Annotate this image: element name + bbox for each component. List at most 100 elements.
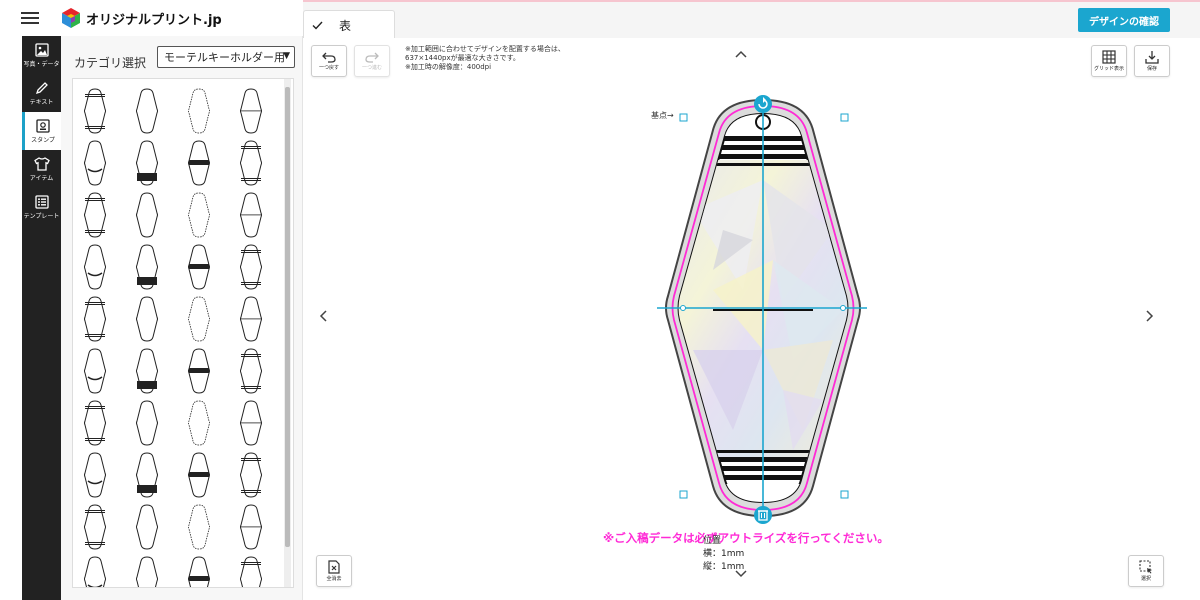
stamp-shape xyxy=(188,296,210,342)
stamp-thumbnail[interactable] xyxy=(235,397,285,449)
tab-front[interactable]: 表 xyxy=(303,10,395,40)
stamp-thumbnail[interactable] xyxy=(183,85,233,137)
notice-line: ※加工時の解像度：400dpi xyxy=(405,63,492,71)
stamp-thumbnail[interactable] xyxy=(79,397,129,449)
nav-item-template[interactable]: テンプレート xyxy=(22,188,61,226)
stamp-shape xyxy=(188,348,210,394)
stamp-thumbnail[interactable] xyxy=(235,85,285,137)
nav-item-photo[interactable]: 写真・データ xyxy=(22,36,61,74)
redo-button[interactable]: 一つ進む xyxy=(354,45,390,77)
stamp-thumbnail[interactable] xyxy=(131,137,181,189)
stamp-thumbnail[interactable] xyxy=(235,137,285,189)
stamp-shape xyxy=(240,88,262,134)
stamp-thumbnail[interactable] xyxy=(79,553,129,587)
selection-handle[interactable] xyxy=(840,113,849,122)
selection-handle[interactable] xyxy=(679,113,688,122)
nav-label: テンプレート xyxy=(23,212,60,220)
logo[interactable]: オリジナルプリント.jp xyxy=(60,7,222,29)
stamp-thumbnail[interactable] xyxy=(235,553,285,587)
menu-button[interactable] xyxy=(0,0,60,36)
scrollbar-thumb[interactable] xyxy=(285,87,290,547)
stamp-thumbnail[interactable] xyxy=(183,241,233,293)
stamp-thumbnail[interactable] xyxy=(183,293,233,345)
category-select[interactable]: モーテルキーホルダー用 ▼ xyxy=(157,46,295,68)
stamp-shape xyxy=(136,192,158,238)
stamp-thumbnail[interactable] xyxy=(183,397,233,449)
stamp-shape xyxy=(188,504,210,550)
list-icon xyxy=(34,194,49,209)
chevron-left-icon xyxy=(319,310,327,322)
stamp-thumbnail[interactable] xyxy=(183,449,233,501)
arrow-left-button[interactable] xyxy=(319,310,327,326)
select-button[interactable]: 選択 xyxy=(1128,555,1164,587)
undo-button[interactable]: 一つ戻す xyxy=(311,45,347,77)
rotate-handle[interactable] xyxy=(754,95,772,113)
stamp-thumbnail[interactable] xyxy=(235,293,285,345)
stamp-thumbnail[interactable] xyxy=(131,241,181,293)
stamp-scrollbar[interactable] xyxy=(284,79,291,587)
stamp-thumbnail[interactable] xyxy=(131,189,181,241)
stamp-thumbnail[interactable] xyxy=(79,293,129,345)
stamp-thumbnail[interactable] xyxy=(183,345,233,397)
tshirt-icon xyxy=(33,156,50,171)
stamp-thumbnail[interactable] xyxy=(235,189,285,241)
stamp-thumbnail[interactable] xyxy=(131,293,181,345)
selection-handle[interactable] xyxy=(840,490,849,499)
stamp-thumbnail[interactable] xyxy=(235,449,285,501)
stamp-shape xyxy=(136,244,158,290)
stamp-thumbnail[interactable] xyxy=(79,501,129,553)
stamp-thumbnail[interactable] xyxy=(79,85,129,137)
stamp-thumbnail[interactable] xyxy=(235,501,285,553)
check-icon xyxy=(312,21,323,30)
stamp-thumbnail[interactable] xyxy=(131,345,181,397)
undo-icon xyxy=(322,52,336,63)
chevron-right-icon xyxy=(1146,310,1154,322)
top-bar: 表 デザインの確認 xyxy=(303,0,1200,40)
stamp-thumbnail[interactable] xyxy=(79,189,129,241)
stamp-shape xyxy=(84,348,106,394)
stamp-thumbnail[interactable] xyxy=(131,553,181,587)
redo-icon xyxy=(365,52,379,63)
guide-endpoint[interactable] xyxy=(840,305,846,311)
logo-text: オリジナルプリント.jp xyxy=(86,12,222,28)
stamp-shape xyxy=(136,556,158,587)
keytag-design[interactable] xyxy=(653,90,873,530)
stamp-shape xyxy=(188,452,210,498)
arrow-right-button[interactable] xyxy=(1146,310,1154,326)
arrow-up-button[interactable] xyxy=(735,46,747,62)
category-label: カテゴリ選択 xyxy=(74,56,147,70)
selection-handle[interactable] xyxy=(679,490,688,499)
stamp-shape xyxy=(240,400,262,446)
stamp-thumbnail[interactable] xyxy=(79,449,129,501)
redo-label: 一つ進む xyxy=(361,65,382,71)
stamp-shape xyxy=(240,452,262,498)
stamp-list[interactable] xyxy=(72,78,294,588)
confirm-design-button[interactable]: デザインの確認 xyxy=(1078,8,1170,32)
nav-item-text[interactable]: テキスト xyxy=(22,74,61,112)
stamp-shape xyxy=(188,192,210,238)
stamp-thumbnail[interactable] xyxy=(79,137,129,189)
position-y: 縦：1mm xyxy=(703,562,745,572)
stamp-thumbnail[interactable] xyxy=(131,397,181,449)
stamp-thumbnail[interactable] xyxy=(183,189,233,241)
stamp-thumbnail[interactable] xyxy=(183,501,233,553)
grid-toggle-button[interactable]: グリッド表示 xyxy=(1091,45,1127,77)
stamp-shape xyxy=(240,244,262,290)
stamp-thumbnail[interactable] xyxy=(235,345,285,397)
delete-all-button[interactable]: 全消去 xyxy=(316,555,352,587)
stamp-thumbnail[interactable] xyxy=(79,241,129,293)
stamp-thumbnail[interactable] xyxy=(183,553,233,587)
nav-item-item[interactable]: アイテム xyxy=(22,150,61,188)
stamp-thumbnail[interactable] xyxy=(235,241,285,293)
delete-handle[interactable] xyxy=(754,506,772,524)
stamp-thumbnail[interactable] xyxy=(79,345,129,397)
save-button[interactable]: 保存 xyxy=(1134,45,1170,77)
guide-endpoint[interactable] xyxy=(680,305,686,311)
stamp-thumbnail[interactable] xyxy=(131,85,181,137)
stamp-shape xyxy=(188,88,210,134)
stamp-thumbnail[interactable] xyxy=(131,501,181,553)
stamp-thumbnail[interactable] xyxy=(183,137,233,189)
stamp-thumbnail[interactable] xyxy=(131,449,181,501)
stamp-shape xyxy=(136,88,158,134)
nav-item-stamp[interactable]: スタンプ xyxy=(22,112,61,150)
